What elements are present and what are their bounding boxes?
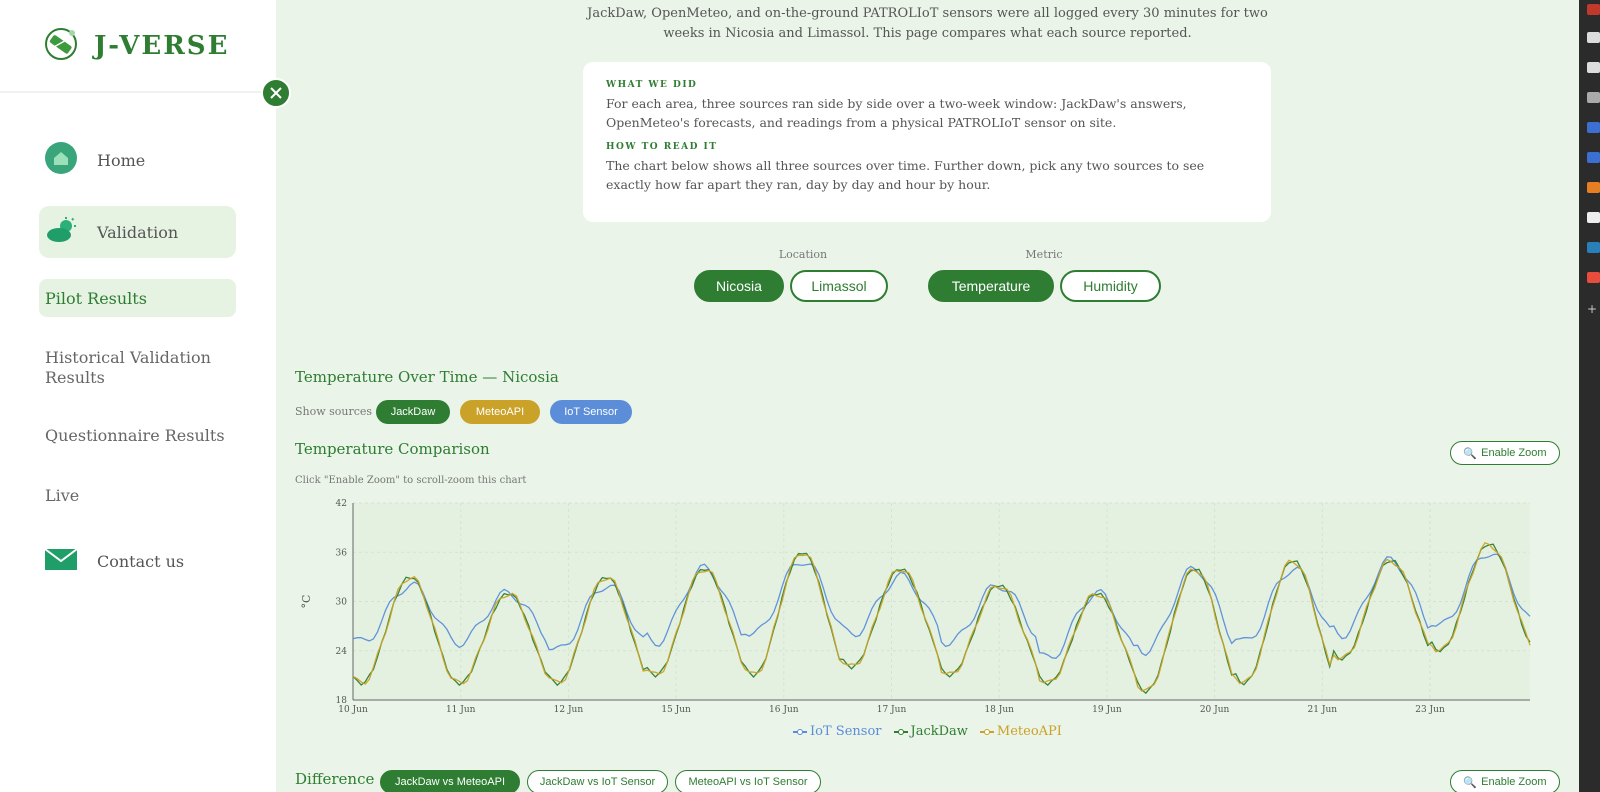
diff-jackdaw-vs-meteoapi[interactable]: JackDaw vs MeteoAPI	[380, 770, 520, 792]
info-card: WHAT WE DID For each area, three sources…	[583, 62, 1271, 222]
source-meteoapi-toggle[interactable]: MeteoAPI	[460, 400, 540, 424]
close-sidebar-button[interactable]	[261, 78, 291, 108]
what-we-did-text: For each area, three sources ran side by…	[606, 96, 1187, 130]
sidebar: J-VERSE Home Validation Pilot Results Hi…	[0, 0, 276, 792]
metric-temperature-button[interactable]: Temperature	[928, 270, 1054, 302]
extension-icon[interactable]	[1587, 242, 1600, 253]
what-we-did-heading: WHAT WE DID	[606, 80, 698, 90]
x-tick-label: 23 Jun	[1415, 705, 1445, 715]
nav-pilot-results[interactable]: Pilot Results	[39, 279, 236, 317]
nav-validation-label: Validation	[97, 222, 179, 242]
nav-validation[interactable]: Validation	[39, 206, 236, 258]
extension-icon[interactable]	[1587, 62, 1600, 73]
legend-iot-label: IoT Sensor	[810, 724, 882, 739]
over-time-title: Temperature Over Time — Nicosia	[295, 368, 559, 386]
nav-questionnaire-results[interactable]: Questionnaire Results	[45, 426, 225, 446]
brand-header: J-VERSE	[0, 0, 276, 93]
weather-cloud-icon	[45, 217, 77, 247]
metric-humidity-button[interactable]: Humidity	[1060, 270, 1161, 302]
temperature-comparison-chart[interactable]: 182430364210 Jun 11 Jun 12 Jun 15 Jun 16 Jun…	[288, 495, 1578, 715]
x-tick-label: 18 Jun	[984, 705, 1014, 715]
browser-side-panel: +	[1579, 0, 1600, 792]
magnifier-icon: 🔍	[1463, 447, 1478, 460]
y-tick-label: 42	[336, 499, 347, 509]
legend-iot[interactable]: IoT Sensor	[793, 724, 882, 739]
main-content: JackDaw, OpenMeteo, and on-the-ground PA…	[276, 0, 1579, 792]
location-nicosia-button[interactable]: Nicosia	[694, 270, 784, 302]
difference-enable-zoom-button[interactable]: 🔍 Enable Zoom	[1450, 770, 1560, 792]
x-tick-label: 19 Jun	[1092, 705, 1122, 715]
how-to-read-heading: HOW TO READ IT	[606, 142, 718, 152]
satellite-logo-icon	[42, 26, 80, 66]
extension-icon[interactable]	[1587, 4, 1600, 15]
extension-icon[interactable]	[1587, 212, 1600, 223]
x-tick-label: 11 Jun	[446, 705, 476, 715]
source-jackdaw-toggle[interactable]: JackDaw	[376, 400, 450, 424]
show-sources-label: Show sources	[295, 405, 373, 418]
x-tick-label: 12 Jun	[554, 705, 584, 715]
location-limassol-button[interactable]: Limassol	[790, 270, 888, 302]
extension-icon[interactable]	[1587, 272, 1600, 283]
x-tick-label: 21 Jun	[1308, 705, 1338, 715]
chart-legend: IoT Sensor JackDaw MeteoAPI	[276, 724, 1579, 739]
x-tick-label: 17 Jun	[877, 705, 907, 715]
legend-jackdaw-label: JackDaw	[910, 724, 968, 739]
close-icon	[270, 84, 282, 103]
brand-name[interactable]: J-VERSE	[94, 31, 229, 61]
x-tick-label: 20 Jun	[1200, 705, 1230, 715]
extension-icon[interactable]	[1587, 92, 1600, 103]
extension-icon[interactable]	[1587, 32, 1600, 43]
how-to-read-text: The chart below shows all three sources …	[606, 158, 1205, 192]
add-icon[interactable]: +	[1587, 303, 1600, 315]
legend-meteoapi-label: MeteoAPI	[996, 724, 1062, 739]
y-tick-label: 24	[336, 647, 348, 657]
nav-home[interactable]: Home	[39, 140, 236, 180]
extension-icon[interactable]	[1587, 182, 1600, 193]
metric-label: Metric	[1025, 248, 1063, 261]
mail-icon	[44, 547, 78, 575]
x-tick-label: 15 Jun	[661, 705, 691, 715]
x-tick-label: 10 Jun	[338, 705, 368, 715]
comparison-title: Temperature Comparison	[295, 440, 490, 458]
home-icon	[45, 142, 77, 178]
intro-line-2: weeks in Nicosia and Limassol. This page…	[663, 26, 1192, 41]
nav-historical-validation[interactable]: Historical Validation Results	[45, 348, 225, 388]
y-tick-label: 36	[336, 548, 348, 558]
extension-icon[interactable]	[1587, 122, 1600, 133]
legend-meteoapi[interactable]: MeteoAPI	[979, 724, 1062, 739]
diff-meteoapi-vs-iot[interactable]: MeteoAPI vs IoT Sensor	[675, 770, 821, 792]
diff-jackdaw-vs-iot[interactable]: JackDaw vs IoT Sensor	[527, 770, 668, 792]
legend-jackdaw[interactable]: JackDaw	[893, 724, 968, 739]
extension-icon[interactable]	[1587, 152, 1600, 163]
location-label: Location	[778, 248, 828, 261]
nav-home-label: Home	[97, 150, 146, 170]
zoom-hint: Click "Enable Zoom" to scroll-zoom this …	[295, 475, 527, 486]
source-iot-toggle[interactable]: IoT Sensor	[550, 400, 632, 424]
magnifier-icon: 🔍	[1463, 776, 1478, 789]
nav-contact-label: Contact us	[97, 551, 185, 571]
comparison-enable-zoom-button[interactable]: 🔍 Enable Zoom	[1450, 441, 1560, 465]
intro-line-1: JackDaw, OpenMeteo, and on-the-ground PA…	[587, 6, 1268, 21]
x-tick-label: 16 Jun	[769, 705, 799, 715]
nav-contact[interactable]: Contact us	[39, 546, 236, 576]
difference-zoom-label: Enable Zoom	[1481, 776, 1547, 788]
comparison-zoom-label: Enable Zoom	[1481, 447, 1547, 459]
y-axis-label: °C	[300, 595, 313, 609]
intro-text: JackDaw, OpenMeteo, and on-the-ground PA…	[276, 4, 1579, 44]
nav-pilot-results-label: Pilot Results	[45, 288, 147, 308]
y-tick-label: 30	[336, 598, 348, 608]
nav-live[interactable]: Live	[45, 486, 79, 506]
difference-title: Difference	[295, 770, 375, 788]
